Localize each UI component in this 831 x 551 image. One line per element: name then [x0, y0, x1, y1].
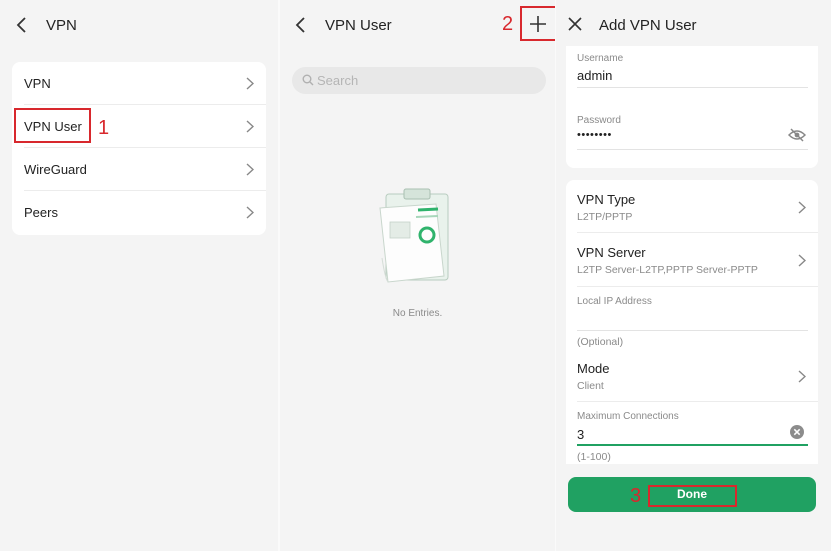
username-field[interactable]: admin [577, 68, 612, 83]
menu-item-label: Peers [24, 205, 58, 220]
empty-state-text: No Entries. [392, 308, 443, 319]
vpn-user-header: VPN User 2 [280, 0, 557, 50]
page-title: VPN [46, 17, 77, 34]
clipboard-illustration [379, 188, 449, 283]
vpn-header: VPN [0, 0, 278, 50]
max-connections-label: Maximum Connections [577, 411, 679, 422]
close-icon[interactable] [568, 17, 582, 31]
password-field[interactable]: •••••••• [577, 129, 612, 141]
username-underline [577, 87, 808, 88]
mode-label: Mode [577, 361, 610, 376]
mode-row[interactable]: Mode Client [566, 351, 818, 402]
back-icon[interactable] [16, 16, 28, 34]
menu-item-wireguard[interactable]: WireGuard [12, 148, 266, 191]
menu-item-label: WireGuard [24, 162, 87, 177]
max-connections-field[interactable]: 3 [577, 427, 584, 442]
chevron-right-icon [798, 254, 806, 267]
local-ip-underline [577, 330, 808, 331]
divider [577, 401, 818, 402]
vpn-type-label: VPN Type [577, 192, 636, 207]
local-ip-field[interactable] [577, 310, 808, 330]
step-marker-2: 2 [502, 13, 514, 35]
vpn-server-label: VPN Server [577, 245, 646, 260]
mode-value: Client [577, 380, 604, 392]
password-label: Password [577, 115, 621, 126]
highlight-box-done [648, 485, 737, 507]
clear-icon[interactable] [790, 425, 804, 439]
vpn-user-panel: VPN User 2 Search No Entries. [280, 0, 557, 551]
highlight-box-vpn-user [14, 108, 91, 143]
search-input[interactable]: Search [292, 67, 546, 94]
page-title: VPN User [325, 17, 392, 34]
vpn-type-value: L2TP/PPTP [577, 211, 633, 223]
chevron-right-icon [246, 120, 254, 133]
settings-card: VPN Type L2TP/PPTP VPN Server L2TP Serve… [566, 180, 818, 464]
menu-item-label: VPN [24, 76, 51, 91]
vpn-server-value: L2TP Server-L2TP,PPTP Server-PPTP [577, 264, 758, 276]
menu-item-vpn[interactable]: VPN [12, 62, 266, 105]
page-title: Add VPN User [599, 17, 697, 34]
chevron-right-icon [246, 77, 254, 90]
credentials-card: Username admin Password •••••••• [566, 46, 818, 168]
password-underline [577, 149, 808, 150]
max-connections-hint: (1-100) [577, 451, 611, 463]
eye-off-icon[interactable] [788, 128, 806, 142]
menu-item-peers[interactable]: Peers [12, 191, 266, 234]
search-placeholder: Search [317, 73, 359, 88]
chevron-right-icon [798, 201, 806, 214]
search-icon [302, 74, 314, 86]
plus-icon[interactable] [529, 15, 547, 33]
max-connections-underline [577, 444, 808, 446]
chevron-right-icon [798, 370, 806, 383]
vpn-menu-card: VPN VPN User WireGuard Peers [12, 62, 266, 235]
back-icon[interactable] [295, 16, 307, 34]
vpn-server-row[interactable]: VPN Server L2TP Server-L2TP,PPTP Server-… [566, 233, 818, 287]
local-ip-hint: (Optional) [577, 336, 624, 348]
vpn-menu-panel: VPN VPN VPN User WireGuard Peers 1 [0, 0, 278, 551]
chevron-right-icon [246, 206, 254, 219]
chevron-right-icon [246, 163, 254, 176]
step-marker-1: 1 [98, 117, 110, 139]
add-vpn-user-panel: Add VPN User Username admin Password •••… [556, 0, 831, 551]
add-vpn-user-header: Add VPN User [556, 0, 831, 50]
username-label: Username [577, 53, 624, 64]
vpn-type-row[interactable]: VPN Type L2TP/PPTP [566, 180, 818, 233]
local-ip-label: Local IP Address [577, 296, 652, 307]
step-marker-3: 3 [630, 485, 642, 507]
divider [577, 286, 818, 287]
